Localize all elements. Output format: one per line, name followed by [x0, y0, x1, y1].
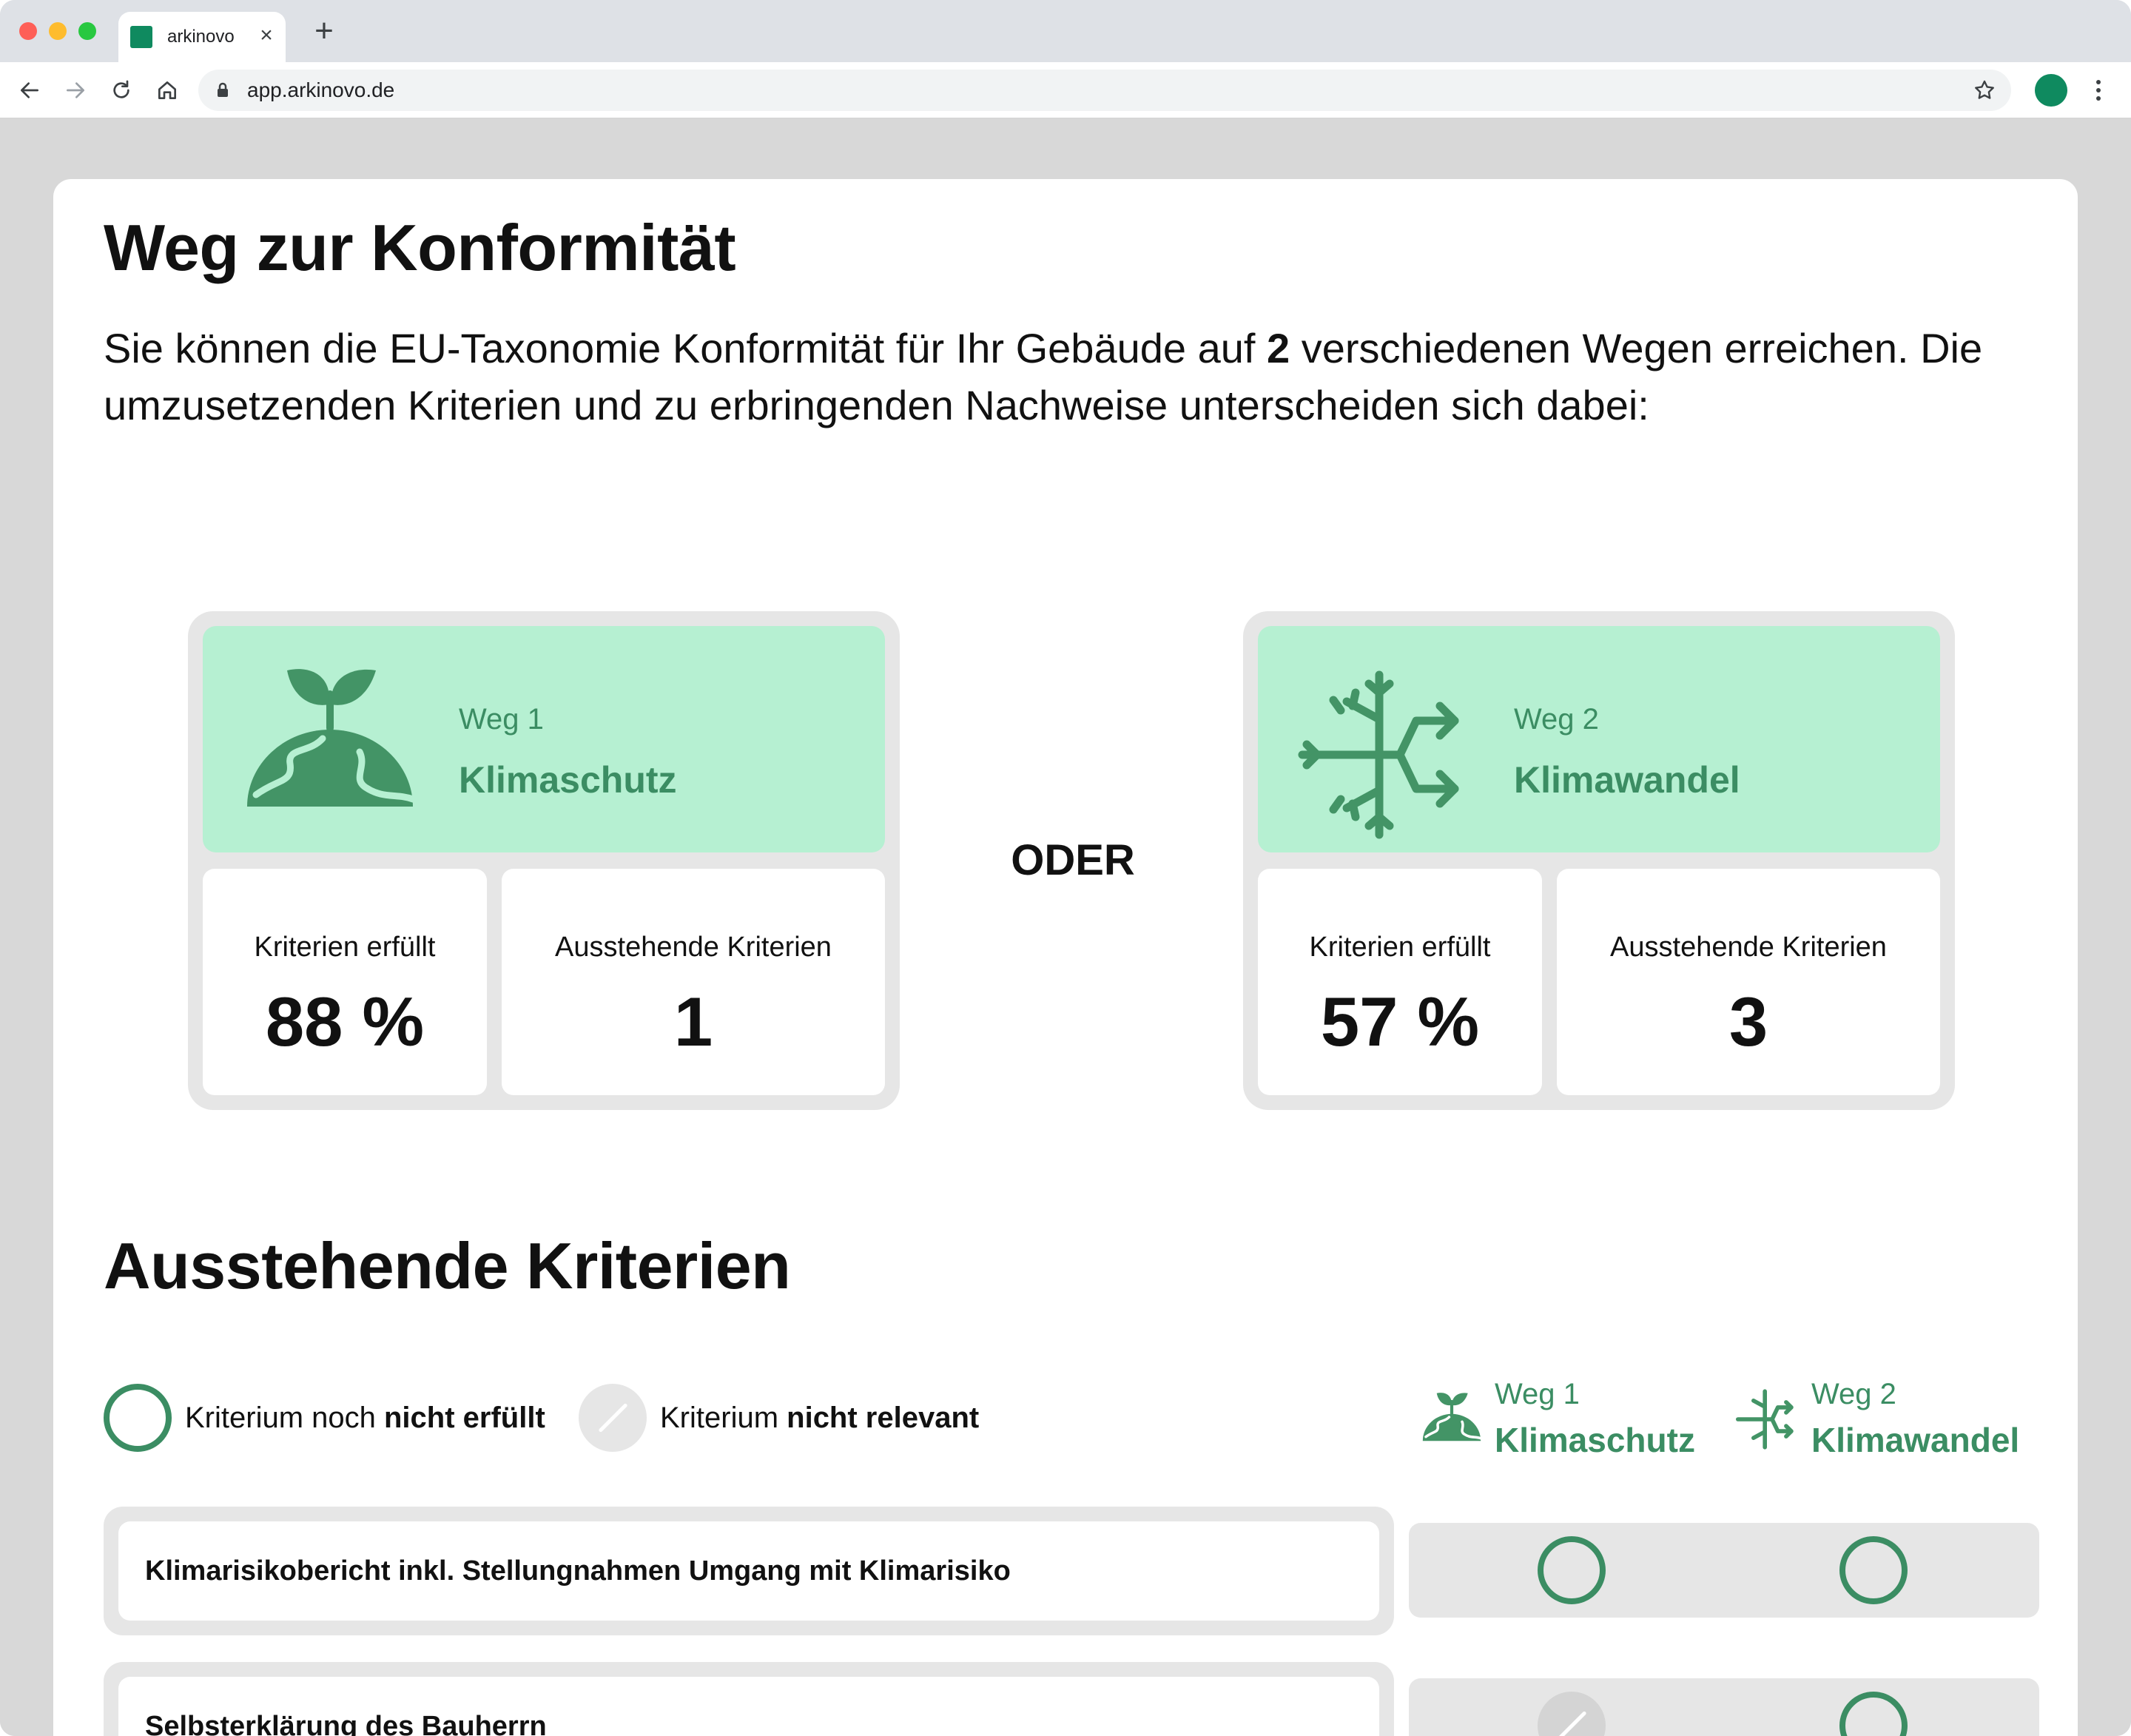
- close-tab-icon[interactable]: ×: [255, 22, 278, 49]
- path-count: 2: [1267, 325, 1290, 371]
- pending-criteria-title: Ausstehende Kriterien: [104, 1229, 791, 1302]
- stat-pending-value: 3: [1728, 983, 1768, 1060]
- forward-icon[interactable]: [59, 74, 92, 107]
- path-kicker: Weg 1: [459, 703, 544, 736]
- criterion-status-row: [1409, 1523, 2039, 1618]
- column-weg2-kicker: Weg 2: [1811, 1378, 1896, 1410]
- legend-not-relevant: Kriterium nicht relevant: [660, 1399, 979, 1437]
- minimize-window-button[interactable]: [49, 22, 67, 40]
- intro-paragraph: Sie können die EU-Taxonomie Konformität …: [104, 320, 1998, 434]
- browser-tab[interactable]: arkinovo ×: [118, 12, 286, 62]
- plant-globe-icon: [247, 669, 417, 807]
- or-separator: ODER: [1011, 836, 1135, 884]
- browser-window: arkinovo × + app.arkinovo.de Weg zur Kon…: [0, 0, 2131, 1736]
- tab-title: arkinovo: [167, 27, 235, 47]
- criterion-row[interactable]: Klimarisikobericht inkl. Stellungnahmen …: [104, 1507, 1394, 1635]
- lock-icon: [216, 82, 229, 102]
- bookmark-star-icon[interactable]: [1973, 78, 1996, 106]
- browser-menu-icon[interactable]: [2088, 74, 2109, 107]
- path-header: Weg 1 Klimaschutz: [203, 626, 885, 852]
- stat-fulfilled-label: Kriterien erfüllt: [254, 932, 436, 963]
- criterion-row[interactable]: Selbsterklärung des Bauherrn: [104, 1662, 1394, 1736]
- stat-fulfilled: Kriterien erfüllt 88 %: [203, 869, 487, 1095]
- weg2-not-met-ring-icon[interactable]: [1839, 1692, 1908, 1736]
- stat-pending-value: 1: [673, 983, 713, 1060]
- stat-pending: Ausstehende Kriterien 1: [502, 869, 885, 1095]
- stat-fulfilled: Kriterien erfüllt 57 %: [1258, 869, 1542, 1095]
- favicon-icon: [130, 26, 152, 48]
- column-weg2-name: Klimawandel: [1811, 1421, 2020, 1459]
- weg1-not-met-ring-icon[interactable]: [1538, 1536, 1606, 1604]
- weg2-not-met-ring-icon[interactable]: [1839, 1536, 1908, 1604]
- legend-not-relevant-bold: nicht relevant: [787, 1402, 980, 1434]
- legend-not-relevant-prefix: Kriterium: [660, 1402, 787, 1434]
- snowflake-arrows-icon: [1736, 1389, 1794, 1450]
- stat-fulfilled-label: Kriterien erfüllt: [1309, 932, 1491, 963]
- weg1-not-relevant-icon[interactable]: [1538, 1692, 1606, 1736]
- path-card-klimaschutz[interactable]: Weg 1 Klimaschutz Kriterien erfüllt 88 %…: [188, 611, 900, 1110]
- browser-toolbar: app.arkinovo.de: [0, 62, 2131, 118]
- path-name: Klimawandel: [1514, 759, 1740, 801]
- close-window-button[interactable]: [19, 22, 37, 40]
- plant-globe-icon: [1422, 1393, 1482, 1441]
- tab-bar: arkinovo × +: [0, 0, 2131, 62]
- not-relevant-icon: [579, 1384, 647, 1452]
- criterion-card: Klimarisikobericht inkl. Stellungnahmen …: [118, 1521, 1379, 1621]
- criterion-label: Selbsterklärung des Bauherrn: [145, 1711, 547, 1736]
- profile-avatar[interactable]: [2035, 74, 2067, 107]
- page-title: Weg zur Konformität: [104, 211, 736, 284]
- legend-not-met-bold: nicht erfüllt: [383, 1402, 545, 1434]
- reload-icon[interactable]: [105, 74, 138, 107]
- home-icon[interactable]: [151, 74, 184, 107]
- back-icon[interactable]: [13, 74, 46, 107]
- path-name: Klimaschutz: [459, 759, 677, 801]
- stat-fulfilled-value: 88 %: [265, 983, 425, 1060]
- criterion-card: Selbsterklärung des Bauherrn: [118, 1677, 1379, 1736]
- column-weg1-name: Klimaschutz: [1495, 1421, 1695, 1459]
- path-header: Weg 2 Klimawandel: [1258, 626, 1940, 852]
- column-weg1-kicker: Weg 1: [1495, 1378, 1580, 1410]
- address-bar[interactable]: app.arkinovo.de: [198, 70, 2011, 111]
- new-tab-button[interactable]: +: [309, 15, 339, 47]
- stat-pending: Ausstehende Kriterien 3: [1557, 869, 1940, 1095]
- stat-pending-label: Ausstehende Kriterien: [555, 932, 832, 963]
- snowflake-arrows-icon: [1298, 670, 1459, 839]
- stat-fulfilled-value: 57 %: [1320, 983, 1480, 1060]
- url-text: app.arkinovo.de: [247, 78, 395, 101]
- legend-not-met-prefix: Kriterium noch: [185, 1402, 384, 1434]
- maximize-window-button[interactable]: [78, 22, 96, 40]
- path-kicker: Weg 2: [1514, 703, 1599, 736]
- intro-text-start: Sie können die EU-Taxonomie Konformität …: [104, 325, 1267, 371]
- criterion-label: Klimarisikobericht inkl. Stellungnahmen …: [145, 1555, 1011, 1587]
- legend-not-met: Kriterium noch nicht erfüllt: [185, 1399, 545, 1437]
- criterion-status-row: [1409, 1678, 2039, 1736]
- path-card-klimawandel[interactable]: Weg 2 Klimawandel Kriterien erfüllt 57 %…: [1243, 611, 1955, 1110]
- not-met-ring-icon: [104, 1384, 172, 1452]
- stat-pending-label: Ausstehende Kriterien: [1610, 932, 1887, 963]
